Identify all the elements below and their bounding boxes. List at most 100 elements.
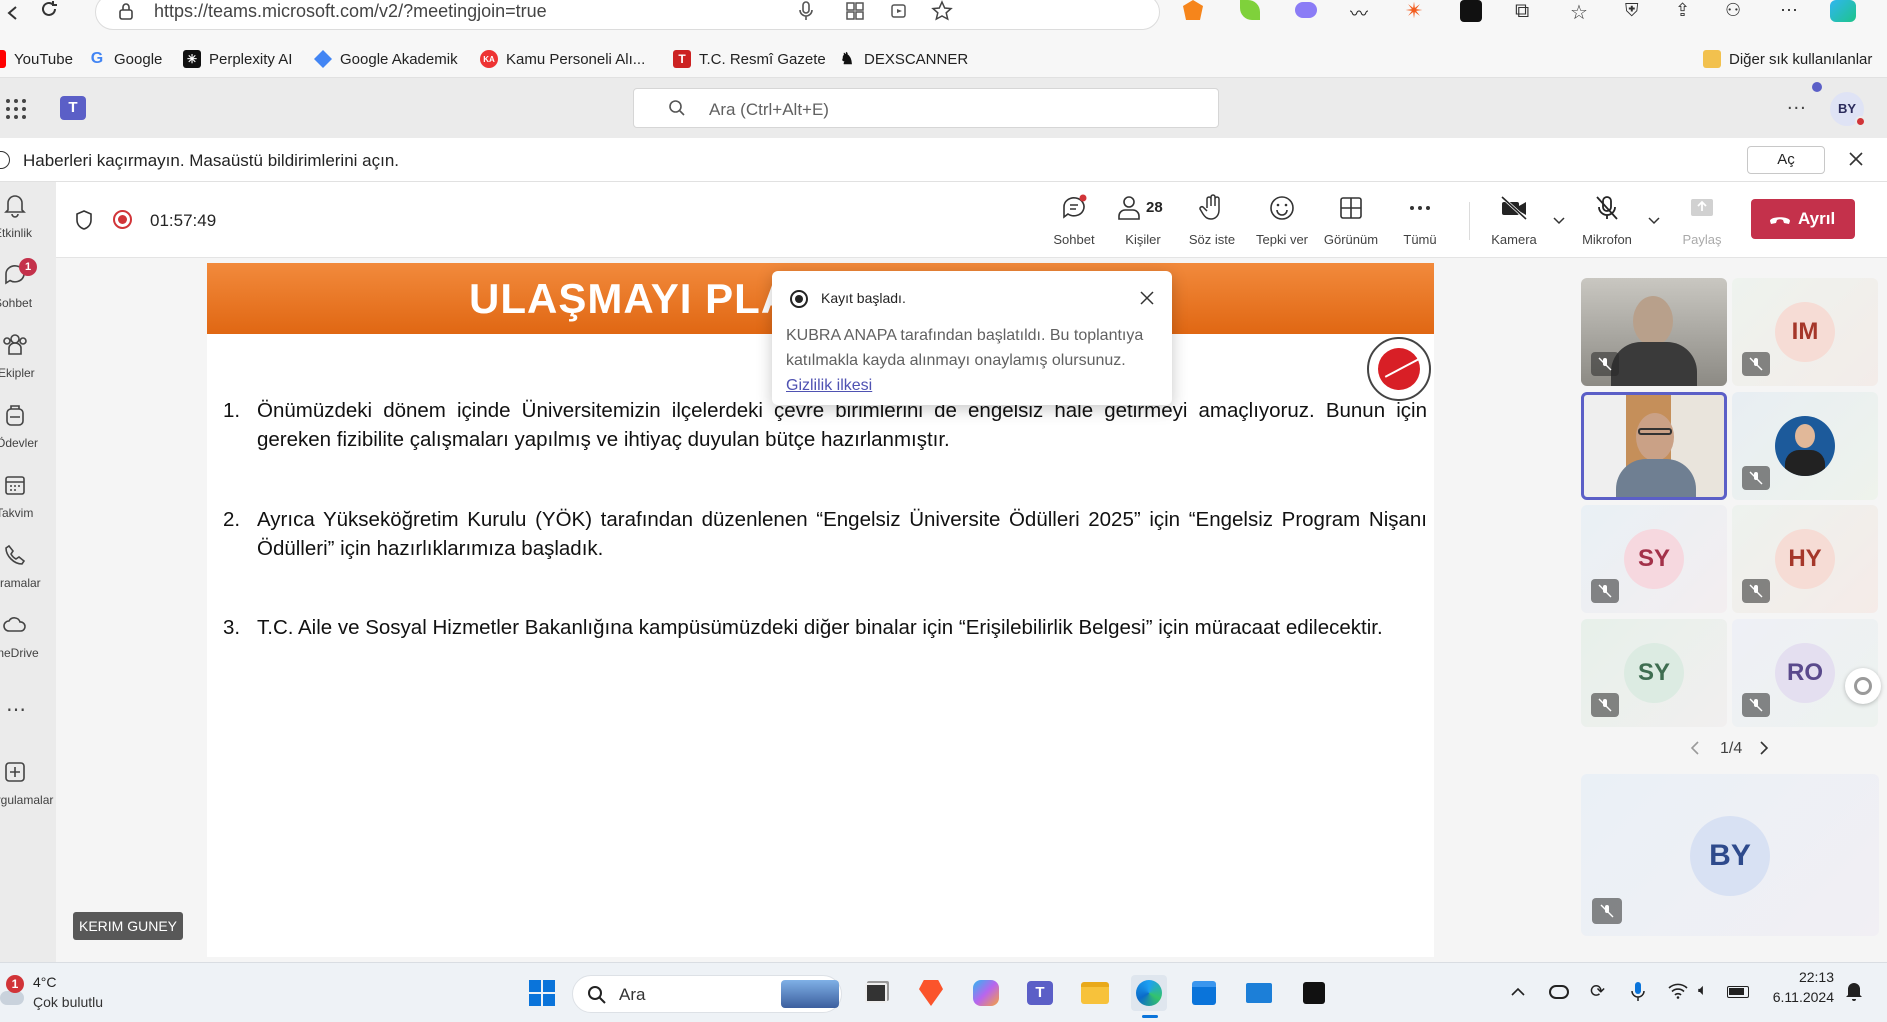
task-view-icon[interactable] <box>858 975 894 1011</box>
share-button[interactable]: Paylaş <box>1670 194 1734 250</box>
start-button[interactable] <box>524 975 560 1011</box>
brave-browser-icon[interactable] <box>913 975 949 1011</box>
favorites-icon[interactable]: ☆ <box>1570 0 1588 25</box>
rail-onedrive[interactable]: OneDrive <box>0 612 56 674</box>
rail-chat[interactable]: 1 Sohbet <box>0 258 56 324</box>
extension-spark-icon[interactable]: ✴ <box>1405 0 1423 24</box>
bookmark-other-favorites[interactable]: Diğer sık kullanılanlar <box>1703 50 1872 68</box>
teams-app-icon[interactable]: T <box>1022 975 1058 1011</box>
apps-icon[interactable] <box>846 2 864 20</box>
show-hidden-icons-chevron-icon[interactable] <box>1511 987 1525 997</box>
microphone-button[interactable]: Mikrofon <box>1575 194 1639 250</box>
enable-notifications-button[interactable]: Aç <box>1747 146 1825 174</box>
slide-title: ULAŞMAYI PLA <box>469 275 793 322</box>
bookmark-youtube[interactable]: YouTube <box>0 50 73 68</box>
gallery-next-icon[interactable] <box>1759 740 1769 756</box>
app-launcher-icon[interactable] <box>5 98 27 120</box>
privacy-link[interactable]: Gizlilik ilkesi <box>786 377 872 394</box>
shield-icon[interactable] <box>75 210 93 230</box>
weather-widget[interactable]: 1 4°C Çok bulutlu <box>0 969 120 1017</box>
camera-button[interactable]: Kamera <box>1482 194 1546 250</box>
volume-icon[interactable]: 🔈︎ <box>1698 982 1708 1000</box>
edge-browser-icon[interactable] <box>1131 975 1167 1011</box>
copilot-icon[interactable] <box>1830 0 1856 22</box>
share-icon[interactable]: ⇪ <box>1675 0 1690 21</box>
lock-icon[interactable] <box>118 2 134 20</box>
extension-leaf-icon[interactable] <box>1240 0 1260 20</box>
mic-icon[interactable] <box>798 1 814 21</box>
rail-assignments[interactable]: Ödevler <box>0 402 56 464</box>
clock[interactable]: 22:13 6.11.2024 <box>1764 969 1834 1005</box>
battery-icon[interactable] <box>1727 986 1749 998</box>
participant-tile-video[interactable] <box>1581 278 1727 386</box>
profile-switch-icon[interactable]: ⚇ <box>1725 0 1741 21</box>
favorite-star-icon[interactable] <box>931 0 953 22</box>
gallery-prev-icon[interactable] <box>1690 740 1700 756</box>
store-icon[interactable] <box>1186 975 1222 1011</box>
rail-more-icon[interactable]: ⋯ <box>6 697 27 722</box>
presence-busy-icon <box>1855 116 1866 127</box>
participant-tile[interactable]: SY <box>1581 619 1727 727</box>
muted-mic-icon <box>1742 693 1770 717</box>
bookmark-dexscanner[interactable]: ♞ DEXSCANNER <box>838 50 968 69</box>
participant-tile[interactable]: IM <box>1732 278 1878 386</box>
people-button[interactable]: 28 Kişiler <box>1111 194 1175 250</box>
search-box[interactable]: Ara (Ctrl+Alt+E) <box>633 88 1219 128</box>
extension-dex-icon[interactable] <box>1460 0 1482 22</box>
dex-app-icon[interactable] <box>1296 975 1332 1011</box>
participant-tile[interactable] <box>1732 392 1878 500</box>
mic-options-chevron-icon[interactable] <box>1648 217 1660 225</box>
bookmark-perplexity[interactable]: ✳ Perplexity AI <box>183 50 292 68</box>
rail-label: Uygulamalar <box>0 793 54 807</box>
settings-more-icon[interactable]: ⋯ <box>1780 0 1798 21</box>
file-explorer-icon[interactable] <box>1077 975 1113 1011</box>
react-button[interactable]: Tepki ver <box>1250 194 1314 250</box>
metamask-extension-icon[interactable] <box>1183 0 1203 20</box>
participant-avatar: IM <box>1775 302 1835 362</box>
rail-activity[interactable]: Etkinlik <box>0 192 56 254</box>
more-actions-button[interactable]: Tümü <box>1388 194 1452 250</box>
teams-more-button[interactable]: ... <box>1787 92 1807 115</box>
close-icon[interactable] <box>1848 151 1864 167</box>
toast-title: Kayıt başladı. <box>821 290 906 306</box>
sync-tray-icon[interactable]: ⟳ <box>1590 981 1605 1002</box>
copilot-app-icon[interactable] <box>968 975 1004 1011</box>
extensions-puzzle-icon[interactable]: ⧉ <box>1515 0 1529 23</box>
camera-off-icon <box>1482 194 1546 222</box>
notification-bell-icon[interactable] <box>1845 981 1863 1001</box>
camera-options-chevron-icon[interactable] <box>1553 217 1565 225</box>
rail-calls[interactable]: Aramalar <box>0 542 56 604</box>
participant-tile[interactable]: HY <box>1732 505 1878 613</box>
rail-calendar[interactable]: Takvim <box>0 472 56 534</box>
refresh-icon[interactable] <box>36 0 62 22</box>
mic-tray-icon[interactable] <box>1631 981 1645 1003</box>
raise-hand-button[interactable]: Söz iste <box>1180 194 1244 250</box>
mic-off-icon <box>1575 194 1639 222</box>
participant-tile[interactable]: SY <box>1581 505 1727 613</box>
wifi-icon[interactable] <box>1668 983 1688 999</box>
bookmark-google-scholar[interactable]: Google Akademik <box>314 50 458 68</box>
extension-cloud-icon[interactable] <box>1295 2 1317 18</box>
search-placeholder: Ara (Ctrl+Alt+E) <box>709 100 829 119</box>
back-icon[interactable] <box>0 0 26 26</box>
rail-teams[interactable]: Ekipler <box>0 332 56 394</box>
browser-essentials-icon[interactable]: ⛨ <box>1625 0 1639 21</box>
gallery-scroll-handle[interactable] <box>1845 668 1881 704</box>
leave-button[interactable]: Ayrıl <box>1751 199 1855 239</box>
onedrive-tray-icon[interactable] <box>1549 985 1569 999</box>
rail-apps[interactable]: Uygulamalar <box>0 759 56 821</box>
remote-desktop-icon[interactable] <box>1241 975 1277 1011</box>
address-bar[interactable]: https://teams.microsoft.com/v2/?meetingj… <box>95 0 1160 30</box>
view-button[interactable]: Görünüm <box>1319 194 1383 250</box>
bookmark-google[interactable]: G Google <box>88 50 163 68</box>
read-aloud-icon[interactable] <box>891 2 909 20</box>
participant-tile-active-speaker[interactable] <box>1581 392 1727 500</box>
bookmark-resmi-gazete[interactable]: T T.C. Resmî Gazete <box>673 50 826 68</box>
extension-chart-icon[interactable]: 〰 <box>1350 0 1368 26</box>
self-view-tile[interactable]: BY <box>1581 774 1879 936</box>
close-icon[interactable] <box>1139 290 1155 306</box>
bookmark-kamu-personeli[interactable]: KA Kamu Personeli Alı... <box>480 50 645 68</box>
chat-button[interactable]: Sohbet <box>1042 194 1106 250</box>
taskbar-search[interactable]: Ara <box>572 975 842 1013</box>
calendar-icon <box>2 472 32 502</box>
